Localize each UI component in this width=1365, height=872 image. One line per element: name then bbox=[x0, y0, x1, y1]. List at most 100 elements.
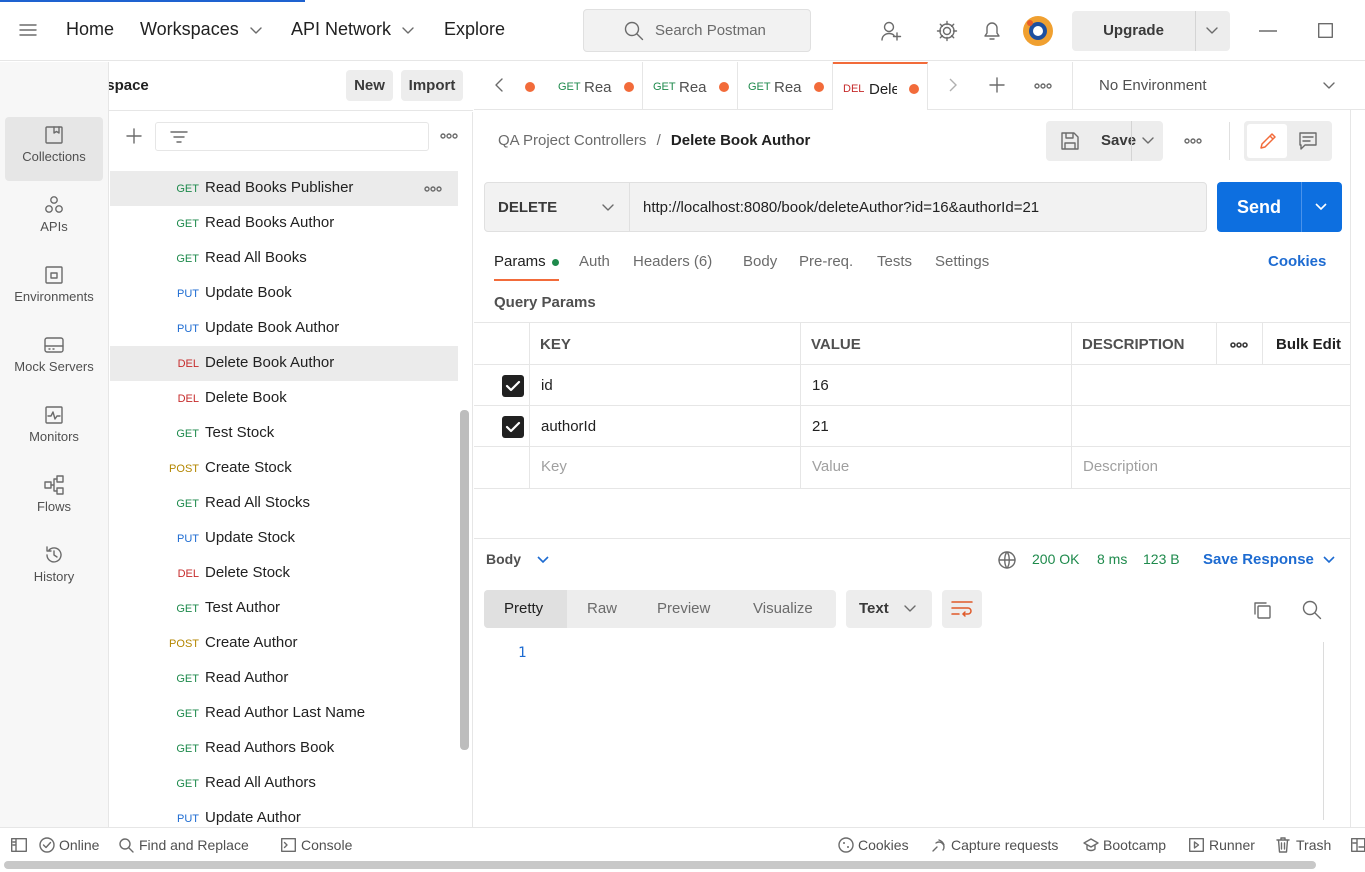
tab-request[interactable]: GET Read bbox=[643, 62, 738, 110]
response-body-select[interactable]: Body bbox=[486, 551, 521, 567]
rail-monitors[interactable]: Monitors bbox=[5, 397, 103, 461]
new-tab-icon[interactable] bbox=[989, 77, 1005, 93]
view-raw[interactable]: Raw bbox=[587, 600, 617, 617]
capture-requests-button[interactable]: Capture requests bbox=[951, 837, 1058, 853]
avatar[interactable] bbox=[1022, 15, 1054, 47]
tab-settings[interactable]: Settings bbox=[935, 253, 989, 270]
table-more-icon[interactable] bbox=[1230, 342, 1248, 348]
view-visualize[interactable]: Visualize bbox=[753, 600, 813, 617]
upgrade-button[interactable]: Upgrade bbox=[1072, 11, 1230, 51]
tab-request[interactable]: GET Read bbox=[548, 62, 643, 110]
send-chevron-icon[interactable] bbox=[1315, 203, 1327, 211]
tab-request-active[interactable]: DEL Dele bbox=[833, 62, 928, 110]
url-input[interactable]: http://localhost:8080/book/deleteAuthor?… bbox=[643, 199, 1039, 216]
save-response-button[interactable]: Save Response bbox=[1203, 551, 1314, 568]
tab-headers[interactable]: Headers (6) bbox=[633, 253, 712, 270]
nav-explore[interactable]: Explore bbox=[444, 19, 505, 40]
body-chevron-icon[interactable] bbox=[537, 556, 549, 564]
save-chevron-icon[interactable] bbox=[1142, 137, 1154, 145]
comments-icon[interactable] bbox=[1298, 131, 1318, 151]
rail-collections[interactable]: Collections bbox=[5, 117, 103, 181]
maximize-window-icon[interactable] bbox=[1318, 23, 1333, 38]
runner-button[interactable]: Runner bbox=[1209, 837, 1255, 853]
request-item[interactable]: GET Test Stock bbox=[110, 416, 458, 451]
network-globe-icon[interactable] bbox=[997, 550, 1017, 570]
tab-request[interactable]: GET Read bbox=[738, 62, 833, 110]
nav-home[interactable]: Home bbox=[66, 19, 114, 40]
filter-input[interactable] bbox=[155, 122, 429, 151]
tab-params[interactable]: Params bbox=[494, 253, 546, 270]
param-value[interactable]: 16 bbox=[812, 377, 829, 394]
request-item[interactable]: GET Read All Stocks bbox=[110, 486, 458, 521]
tab-body[interactable]: Body bbox=[743, 253, 777, 270]
nav-api-network[interactable]: API Network bbox=[291, 19, 391, 40]
request-item[interactable]: GET Read All Books bbox=[110, 241, 458, 276]
import-button[interactable]: Import bbox=[401, 70, 463, 101]
request-item[interactable]: PUT Update Book Author bbox=[110, 311, 458, 346]
param-checkbox[interactable] bbox=[502, 416, 524, 438]
request-item[interactable]: PUT Update Stock bbox=[110, 521, 458, 556]
add-collection-icon[interactable] bbox=[126, 128, 142, 144]
request-more-icon[interactable] bbox=[1184, 138, 1202, 144]
find-and-replace[interactable]: Find and Replace bbox=[139, 837, 249, 853]
tabs-scroll-right-icon[interactable] bbox=[949, 78, 957, 92]
param-key[interactable]: authorId bbox=[541, 418, 596, 435]
online-status[interactable]: Online bbox=[59, 837, 99, 853]
copy-icon[interactable] bbox=[1252, 600, 1272, 620]
request-item[interactable]: PUT Update Book bbox=[110, 276, 458, 311]
layout-toggle-icon[interactable] bbox=[1351, 838, 1365, 852]
save-button[interactable]: Save bbox=[1046, 121, 1163, 161]
rail-apis[interactable]: APIs bbox=[5, 187, 103, 251]
tab-pre-request[interactable]: Pre-req. bbox=[799, 253, 853, 270]
tabs-scroll-left-icon[interactable] bbox=[495, 78, 503, 92]
rail-mock-servers[interactable]: Mock Servers bbox=[5, 327, 103, 391]
param-key[interactable]: id bbox=[541, 377, 553, 394]
console-button[interactable]: Console bbox=[301, 837, 352, 853]
new-param-value[interactable]: Value bbox=[812, 458, 849, 475]
minimize-window-icon[interactable] bbox=[1259, 30, 1277, 32]
new-param-description[interactable]: Description bbox=[1083, 458, 1158, 475]
new-param-key[interactable]: Key bbox=[541, 458, 567, 475]
request-item[interactable]: GET Read Author Last Name bbox=[110, 696, 458, 731]
request-item[interactable]: POST Create Stock bbox=[110, 451, 458, 486]
notifications-bell-icon[interactable] bbox=[982, 20, 1002, 42]
toggle-sidebar-icon[interactable] bbox=[11, 838, 27, 852]
rail-flows[interactable]: Flows bbox=[5, 467, 103, 531]
request-item[interactable]: DEL Delete Book bbox=[110, 381, 458, 416]
method-chevron-icon[interactable] bbox=[602, 204, 614, 212]
request-item[interactable]: GET Test Author bbox=[110, 591, 458, 626]
nav-workspaces[interactable]: Workspaces bbox=[140, 19, 239, 40]
wrap-lines-button[interactable] bbox=[942, 590, 982, 628]
bulk-edit-link[interactable]: Bulk Edit bbox=[1276, 336, 1341, 353]
request-item[interactable]: PUT Update Author bbox=[110, 801, 458, 827]
cookies-link[interactable]: Cookies bbox=[1268, 253, 1326, 270]
menu-icon[interactable] bbox=[19, 23, 37, 37]
cookies-button[interactable]: Cookies bbox=[858, 837, 909, 853]
new-button[interactable]: New bbox=[346, 70, 393, 101]
rail-history[interactable]: History bbox=[5, 537, 103, 601]
request-item[interactable]: GET Read Books Author bbox=[110, 206, 458, 241]
sidebar-scrollbar[interactable] bbox=[460, 410, 469, 750]
format-select[interactable]: Text bbox=[846, 590, 932, 628]
tree-more-icon[interactable] bbox=[440, 133, 458, 139]
settings-gear-icon[interactable] bbox=[936, 20, 958, 42]
breadcrumb-collection[interactable]: QA Project Controllers bbox=[498, 132, 646, 149]
request-more-icon[interactable] bbox=[424, 186, 442, 192]
api-network-chevron-icon[interactable] bbox=[402, 27, 414, 35]
tab-auth[interactable]: Auth bbox=[579, 253, 610, 270]
breadcrumb-request[interactable]: Delete Book Author bbox=[671, 132, 810, 149]
request-item[interactable]: DEL Delete Stock bbox=[110, 556, 458, 591]
search-input[interactable]: Search Postman bbox=[583, 9, 811, 52]
method-select[interactable]: DELETE bbox=[498, 199, 557, 216]
save-response-chevron-icon[interactable] bbox=[1323, 556, 1335, 564]
view-preview[interactable]: Preview bbox=[657, 600, 710, 617]
view-pretty[interactable]: Pretty bbox=[504, 600, 543, 617]
invite-user-icon[interactable] bbox=[880, 20, 902, 42]
bootcamp-button[interactable]: Bootcamp bbox=[1103, 837, 1166, 853]
request-item[interactable]: DEL Delete Book Author bbox=[110, 346, 458, 381]
trash-button[interactable]: Trash bbox=[1296, 837, 1331, 853]
edit-mode-button[interactable] bbox=[1247, 124, 1287, 158]
upgrade-chevron-icon[interactable] bbox=[1206, 27, 1218, 35]
horizontal-scrollbar[interactable] bbox=[4, 861, 1316, 869]
tab-tests[interactable]: Tests bbox=[877, 253, 912, 270]
